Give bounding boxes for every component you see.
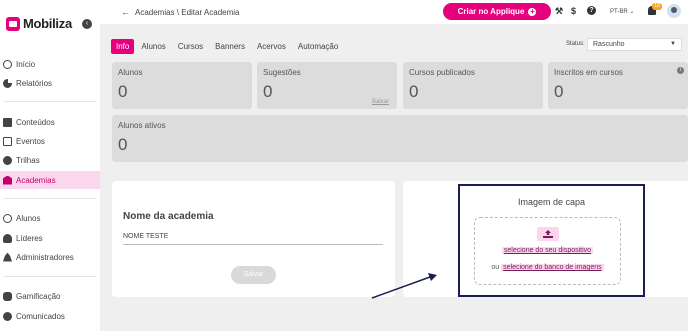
info-icon[interactable]: i <box>677 67 684 74</box>
academy-form-panel: Nome da academia NOME TESTE Salvar <box>112 181 395 297</box>
sidebar-item-label: Comunicados <box>16 311 65 321</box>
help-icon[interactable]: ? <box>587 6 596 15</box>
sidebar-item-label: Administradores <box>16 252 74 262</box>
tab-bar: Info Alunos Cursos Banners Acervos Autom… <box>111 39 345 54</box>
sidebar-item-lideres[interactable]: Líderes <box>0 229 100 247</box>
notification-badge: 18 <box>652 3 662 10</box>
stat-card-alunos-ativos: Alunos ativos 0 <box>112 115 688 162</box>
gamepad-icon <box>3 291 12 301</box>
sidebar-item-label: Academias <box>16 175 56 185</box>
sidebar-item-label: Líderes <box>16 233 43 243</box>
status-select[interactable]: Rascunho ▼ <box>587 38 682 51</box>
image-bank-link-row: ou selecione do banco de imagens <box>475 264 620 271</box>
breadcrumb-text: Academias \ Editar Academia <box>135 7 240 17</box>
academy-name-input[interactable]: NOME TESTE <box>123 231 383 245</box>
tab-automacao[interactable]: Automação <box>293 39 343 54</box>
bank-icon <box>3 175 12 185</box>
brand-logo[interactable]: Mobiliza <box>6 16 72 31</box>
divider <box>4 198 96 199</box>
device-link-row: selecione do seu dispositivo <box>475 247 620 254</box>
stat-label: Inscritos em cursos <box>554 68 623 77</box>
calendar-icon <box>3 136 12 146</box>
sidebar-item-academias[interactable]: Academias <box>0 171 100 189</box>
sidebar-item-label: Início <box>16 59 36 69</box>
tab-info[interactable]: Info <box>111 39 135 54</box>
stat-value: 0 <box>263 82 273 101</box>
academy-name-title: Nome da academia <box>123 211 214 222</box>
sidebar-item-label: Eventos <box>16 136 45 146</box>
sidebar-item-gamificacao[interactable]: Gamificação <box>0 287 100 305</box>
sidebar-item-alunos[interactable]: Alunos <box>0 209 100 227</box>
caret-down-icon: ▼ <box>670 41 676 47</box>
brand-name: Mobiliza <box>23 16 72 31</box>
avatar[interactable] <box>667 4 681 18</box>
stat-label: Cursos publicados <box>409 68 475 77</box>
plus-icon: + <box>528 6 537 16</box>
sidebar-item-relatorios[interactable]: Relatórios <box>0 74 100 92</box>
top-bar: ← Academias \ Editar Academia Criar no A… <box>100 0 688 24</box>
dollar-icon[interactable]: $ <box>571 6 576 16</box>
sidebar-item-administradores[interactable]: Administradores <box>0 248 100 266</box>
mobiliza-logo-icon <box>6 16 20 31</box>
language-label: PT-BR <box>610 9 628 15</box>
content-icon <box>3 117 12 127</box>
admin-icon <box>3 252 12 262</box>
user-icon <box>3 213 12 223</box>
users-icon <box>3 233 12 243</box>
language-selector[interactable]: PT-BR ⌄ <box>610 8 634 15</box>
sidebar-item-eventos[interactable]: Eventos <box>0 132 100 150</box>
tab-cursos[interactable]: Cursos <box>173 39 208 54</box>
stat-label: Alunos <box>118 68 143 77</box>
stat-card-inscritos: Inscritos em cursos 0 i <box>548 62 688 109</box>
divider <box>4 276 96 277</box>
select-from-image-bank-link[interactable]: selecione do banco de imagens <box>501 264 604 271</box>
tab-alunos[interactable]: Alunos <box>136 39 170 54</box>
chat-icon <box>3 311 12 321</box>
sidebar-item-trilhas[interactable]: Trilhas <box>0 151 100 169</box>
tab-acervos[interactable]: Acervos <box>252 39 291 54</box>
stat-label: Sugestões <box>263 68 301 77</box>
sidebar-item-conteudos[interactable]: Conteúdos <box>0 113 100 131</box>
stat-value: 0 <box>118 82 128 101</box>
sidebar-item-label: Relatórios <box>16 78 53 88</box>
tab-banners[interactable]: Banners <box>210 39 250 54</box>
stat-card-cursos-publicados: Cursos publicados 0 <box>403 62 543 109</box>
cover-image-box: Imagem de capa selecione do seu disposit… <box>458 184 645 297</box>
image-dropzone[interactable]: selecione do seu dispositivo ou selecion… <box>474 217 621 285</box>
stat-card-alunos: Alunos 0 <box>112 62 252 109</box>
sidebar-item-inicio[interactable]: Início <box>0 55 100 73</box>
status-value: Rascunho <box>593 41 625 48</box>
save-button[interactable]: Salvar <box>231 266 276 284</box>
sidebar-item-label: Trilhas <box>16 155 40 165</box>
breadcrumb: ← Academias \ Editar Academia <box>121 7 240 17</box>
trail-icon <box>3 155 12 165</box>
create-button-label: Criar no Applique <box>457 7 525 16</box>
create-applique-button[interactable]: Criar no Applique + <box>443 3 551 20</box>
sidebar-item-label: Gamificação <box>16 291 61 301</box>
select-from-device-link[interactable]: selecione do seu dispositivo <box>501 247 594 254</box>
cover-title: Imagem de capa <box>517 197 586 207</box>
wrench-icon[interactable]: ⚒ <box>555 6 563 17</box>
stat-label: Alunos ativos <box>118 121 166 130</box>
upload-icon[interactable] <box>543 230 553 238</box>
stat-value: 0 <box>118 135 128 154</box>
sidebar-item-comunicados[interactable]: Comunicados <box>0 307 100 325</box>
academy-name-value: NOME TESTE <box>123 233 169 240</box>
sidebar-item-label: Alunos <box>16 213 41 223</box>
sidebar-item-label: Conteúdos <box>16 117 55 127</box>
status-label: Status: <box>566 41 585 47</box>
back-arrow-icon[interactable]: ← <box>121 7 130 17</box>
stat-card-sugestoes: Sugestões 0 Baixar <box>257 62 397 109</box>
chevron-left-icon[interactable]: ‹ <box>82 19 92 29</box>
divider <box>4 101 96 102</box>
stat-value: 0 <box>554 82 564 101</box>
pie-chart-icon <box>3 78 12 88</box>
sidebar: Mobiliza ‹ Início Relatórios Conteúdos E… <box>0 0 100 331</box>
stat-value: 0 <box>409 82 419 101</box>
home-icon <box>3 59 12 69</box>
or-text: ou <box>491 264 500 271</box>
download-link[interactable]: Baixar <box>372 99 389 105</box>
